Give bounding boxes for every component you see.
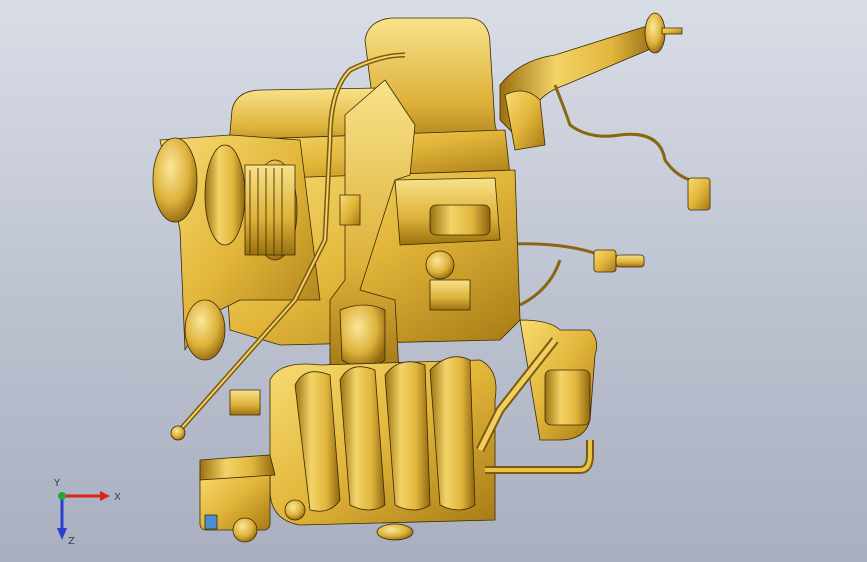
y-axis-origin: [58, 492, 66, 500]
x-axis-head: [100, 491, 110, 501]
z-axis-head: [57, 528, 67, 540]
z-axis-label: Z: [68, 536, 75, 547]
intake-pipe: [499, 12, 683, 151]
coordinate-triad: X Y Z: [53, 478, 121, 547]
engine-3d-model[interactable]: [0, 0, 867, 562]
graphics-viewport[interactable]: X Y Z: [0, 0, 867, 562]
y-axis-label: Y: [53, 478, 61, 489]
x-axis-label: X: [114, 492, 121, 503]
pump-assembly: [475, 319, 598, 474]
